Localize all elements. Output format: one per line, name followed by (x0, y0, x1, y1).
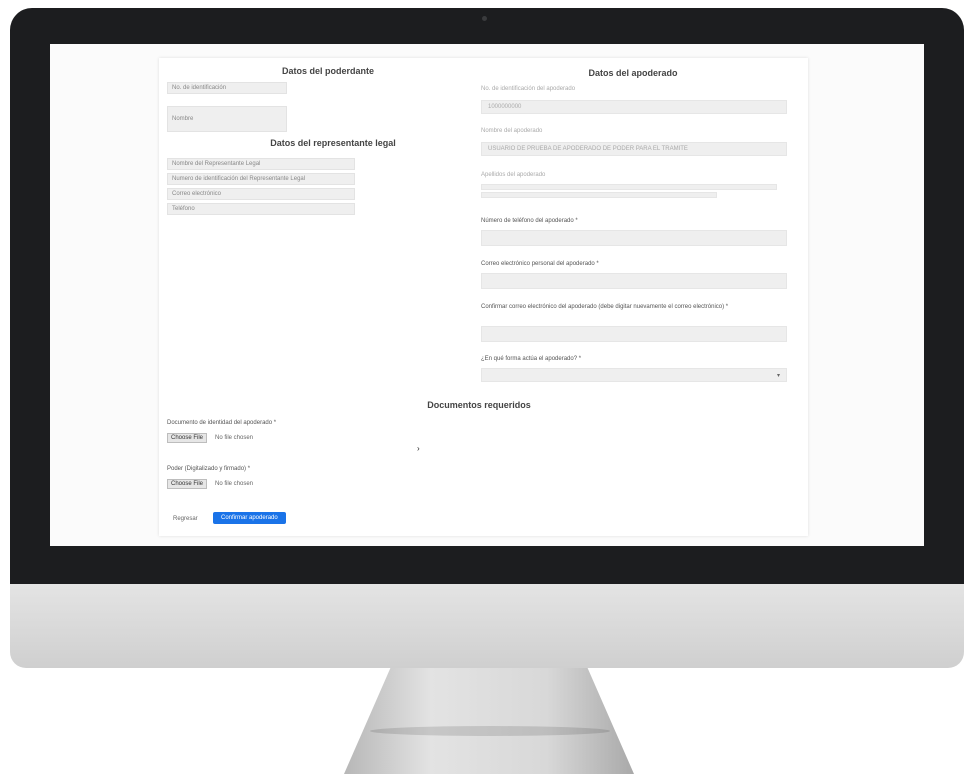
doc-identidad-choose-file-button[interactable]: Choose File (167, 433, 208, 443)
poder-label: Poder (Digitalizado y firmado) * (167, 466, 251, 472)
apoderado-email-label: Correo electrónico personal del apoderad… (481, 261, 599, 267)
poder-choose-file-button[interactable]: Choose File (167, 479, 208, 489)
apoderado-email-input[interactable] (481, 273, 787, 289)
representante-email-field[interactable]: Correo electrónico (167, 188, 355, 200)
apoderado-phone-label: Número de teléfono del apoderado * (481, 218, 578, 224)
stand-shadow (370, 726, 610, 736)
poderdante-id-field[interactable]: No. de identificación (167, 82, 287, 94)
mouse-cursor-icon: › (417, 444, 420, 453)
representante-id-field[interactable]: Numero de identificación del Representan… (167, 173, 355, 185)
apoderado-id-input[interactable]: 1000000000 (481, 100, 787, 114)
poderdante-name-field[interactable]: Nombre (167, 106, 287, 132)
chevron-down-icon: ▾ (776, 373, 780, 379)
apoderado-name-label: Nombre del apoderado (481, 128, 543, 134)
apoderado-phone-input[interactable] (481, 230, 787, 246)
apoderado-name-input[interactable]: USUARIO DE PRUEBA DE APODERADO DE PODER … (481, 142, 787, 156)
apoderado-title: Datos del apoderado (588, 68, 678, 78)
form-card: Datos del poderdante No. de identificaci… (159, 58, 808, 536)
confirm-apoderado-button[interactable]: Confirmar apoderado (213, 512, 286, 524)
poderdante-title: Datos del poderdante (281, 66, 374, 76)
documentos-title: Documentos requeridos (427, 400, 531, 410)
screen: Datos del poderdante No. de identificaci… (50, 44, 924, 546)
doc-identidad-file-status: No file chosen (215, 435, 254, 441)
doc-identidad-label: Documento de identidad del apoderado * (167, 420, 277, 426)
apoderado-id-label: No. de identificación del apoderado (481, 86, 576, 92)
monitor-stand (344, 668, 634, 774)
monitor-chin (10, 584, 964, 668)
back-button[interactable]: Regresar (173, 516, 198, 522)
representante-phone-field[interactable]: Teléfono (167, 203, 355, 215)
apoderado-role-select[interactable]: ▾ (481, 368, 787, 382)
representante-title: Datos del representante legal (270, 138, 396, 148)
apoderado-lastname-input[interactable] (481, 184, 777, 190)
apoderado-confirm-email-input[interactable] (481, 326, 787, 342)
camera-icon (482, 16, 487, 21)
poder-file-status: No file chosen (215, 481, 254, 487)
apoderado-lastname-label: Apellidos del apoderado (481, 172, 546, 178)
representante-name-field[interactable]: Nombre del Representante Legal (167, 158, 355, 170)
apoderado-role-label: ¿En qué forma actúa el apoderado? * (481, 356, 582, 362)
apoderado-lastname-input-2[interactable] (481, 192, 717, 198)
apoderado-confirm-email-label: Confirmar correo electrónico del apodera… (481, 304, 729, 310)
